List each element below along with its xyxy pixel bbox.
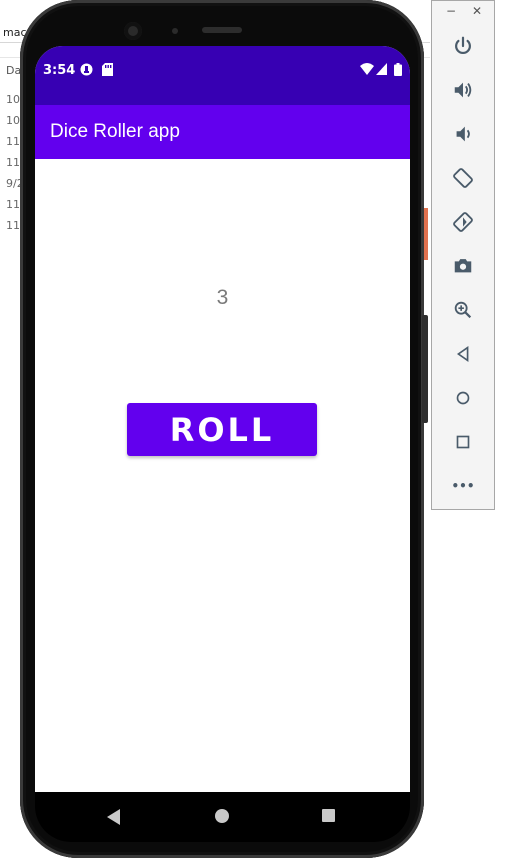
home-button[interactable]	[448, 383, 478, 413]
nav-back-icon[interactable]	[107, 809, 120, 825]
rotate-left-button[interactable]	[448, 163, 478, 193]
nav-home-icon[interactable]	[215, 809, 229, 823]
rotate-right-button[interactable]	[448, 207, 478, 237]
background-column-header: Da	[6, 64, 22, 77]
rotate-left-icon	[453, 168, 473, 188]
home-circle-icon	[456, 391, 470, 405]
earpiece-speaker	[202, 27, 242, 33]
notification-icon	[80, 63, 93, 79]
battery-icon	[394, 63, 402, 79]
volume-down-icon	[456, 126, 470, 142]
back-triangle-icon	[456, 345, 469, 363]
wifi-icon	[360, 63, 374, 78]
power-icon	[455, 36, 471, 55]
camera-icon	[454, 259, 472, 273]
sd-card-icon	[102, 63, 113, 79]
app-bar: Dice Roller app	[35, 105, 410, 159]
rotate-right-icon	[453, 212, 473, 232]
back-button[interactable]	[448, 339, 478, 369]
dice-result-text: 3	[216, 286, 229, 309]
emulator-toolbar: − ✕ •••	[431, 0, 495, 510]
power-button[interactable]	[448, 31, 478, 61]
screenshot-button[interactable]	[448, 251, 478, 281]
volume-up-button[interactable]	[448, 75, 478, 105]
volume-up-icon	[454, 82, 472, 98]
signal-icon	[376, 63, 387, 78]
status-time: 3:54	[43, 63, 76, 78]
navigation-bar	[35, 792, 410, 842]
overview-square-icon	[456, 435, 470, 449]
proximity-sensor	[172, 28, 178, 34]
zoom-icon	[454, 301, 472, 319]
app-title: Dice Roller app	[50, 121, 180, 142]
device-screen: 3:54 Dice Roller app 3 ROLL	[35, 46, 410, 792]
phone-side-button	[422, 315, 428, 423]
volume-down-button[interactable]	[448, 119, 478, 149]
overview-button[interactable]	[448, 427, 478, 457]
nav-recents-icon[interactable]	[322, 809, 335, 822]
close-button[interactable]: ✕	[472, 4, 482, 18]
zoom-button[interactable]	[448, 295, 478, 325]
front-camera	[124, 22, 142, 40]
status-bar: 3:54	[35, 46, 410, 105]
more-button[interactable]: •••	[448, 471, 478, 501]
minimize-button[interactable]: −	[446, 4, 456, 18]
roll-button[interactable]: ROLL	[127, 403, 317, 456]
